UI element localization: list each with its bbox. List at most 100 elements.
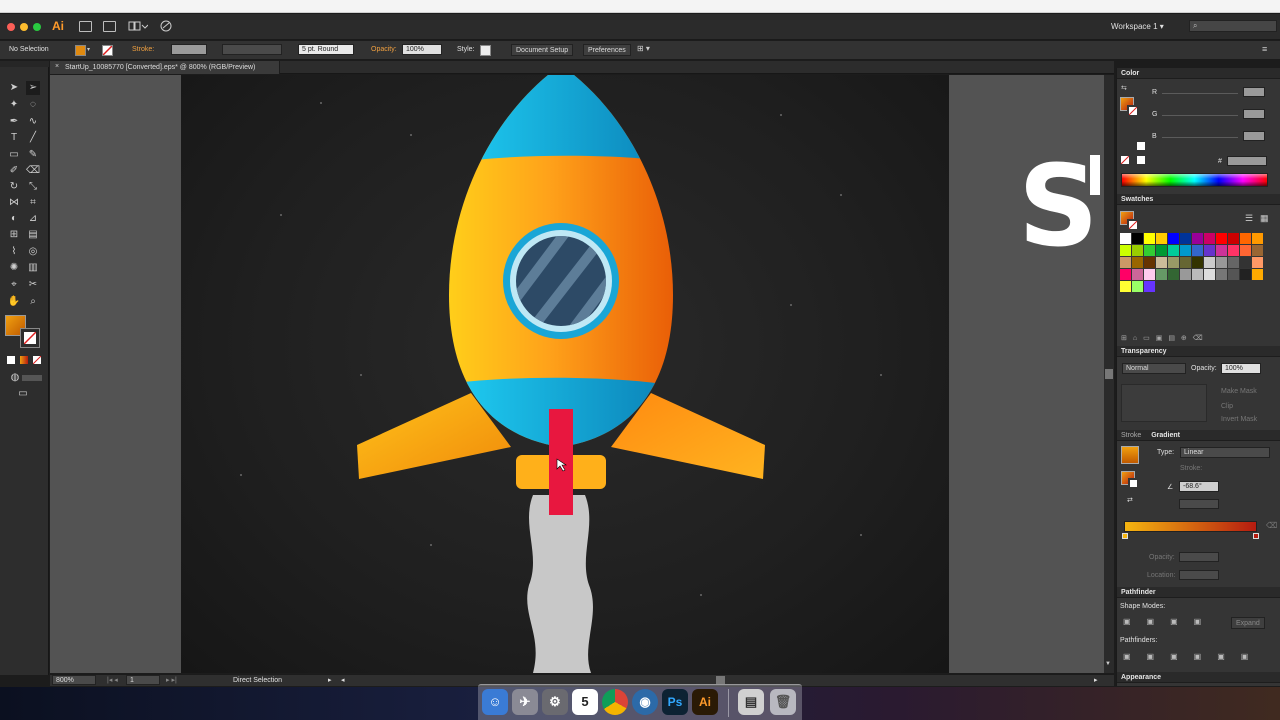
gradient-angle-field[interactable]: -68.6°: [1179, 481, 1219, 492]
swatch-chip[interactable]: [1132, 257, 1143, 268]
appearance-panel-header[interactable]: Appearance: [1117, 672, 1280, 683]
width-tool-icon[interactable]: ⋈: [7, 196, 21, 210]
color-spectrum[interactable]: [1121, 173, 1268, 187]
artboard-tool-icon[interactable]: ⌖: [7, 278, 21, 292]
magic-wand-tool-icon[interactable]: ✦: [7, 98, 21, 112]
opacity-label[interactable]: Opacity:: [371, 46, 397, 53]
slice-tool-icon[interactable]: ✂: [26, 278, 40, 292]
system-preferences-icon[interactable]: ⚙: [542, 689, 568, 715]
aspect-ratio-field[interactable]: [1179, 499, 1219, 509]
zoom-field[interactable]: 800%: [52, 675, 96, 685]
swatch-chip[interactable]: [1204, 233, 1215, 244]
none-mode-icon[interactable]: [32, 355, 42, 365]
gradient-type-select[interactable]: Linear: [1180, 447, 1270, 458]
swatch-chip[interactable]: [1180, 257, 1191, 268]
gradient-stop-start[interactable]: [1122, 533, 1128, 539]
lasso-tool-icon[interactable]: ◌: [26, 98, 40, 112]
horizontal-scroll-thumb[interactable]: [716, 676, 725, 684]
hex-field[interactable]: [1227, 156, 1267, 166]
vertical-scroll-thumb[interactable]: [1105, 369, 1113, 379]
swatch-chip[interactable]: [1204, 245, 1215, 256]
swatch-chip[interactable]: [1252, 269, 1263, 280]
pathfinder-buttons[interactable]: ▣▣▣▣▣▣: [1123, 652, 1273, 662]
make-mask-button[interactable]: Make Mask: [1221, 388, 1257, 395]
type-tool-icon[interactable]: T: [7, 131, 21, 145]
swatch-chip[interactable]: [1180, 233, 1191, 244]
swatch-chip[interactable]: [1144, 269, 1155, 280]
swatch-chip[interactable]: [1192, 245, 1203, 256]
rocket-artwork[interactable]: [181, 75, 949, 673]
swatch-chip[interactable]: [1156, 257, 1167, 268]
blend-tool-icon[interactable]: ◎: [26, 245, 40, 259]
brush-definition[interactable]: 5 pt. Round: [298, 44, 354, 55]
shape-builder-tool-icon[interactable]: ◐: [7, 212, 21, 226]
swatch-grid[interactable]: [1120, 233, 1270, 292]
swatch-chip[interactable]: [1120, 281, 1131, 292]
curvature-tool-icon[interactable]: ∿: [26, 115, 40, 129]
symbol-sprayer-tool-icon[interactable]: ✺: [7, 261, 21, 275]
swatch-chip[interactable]: [1228, 245, 1239, 256]
swatch-chip[interactable]: [1168, 233, 1179, 244]
channel-r-field[interactable]: [1243, 87, 1265, 97]
swatch-chip[interactable]: [1216, 269, 1227, 280]
swatch-chip[interactable]: [1204, 269, 1215, 280]
selection-tool-icon[interactable]: ➤: [7, 81, 21, 95]
eraser-tool-icon[interactable]: ⌫: [26, 164, 40, 178]
pathfinder-panel-header[interactable]: Pathfinder: [1117, 587, 1280, 598]
preferences-button[interactable]: Preferences: [583, 44, 631, 56]
swatch-chip[interactable]: [1120, 245, 1131, 256]
channel-g-field[interactable]: [1243, 109, 1265, 119]
gradient-tool-icon[interactable]: ▤: [26, 228, 40, 242]
blend-mode-select[interactable]: Normal: [1122, 363, 1186, 374]
status-menu-arrow-icon[interactable]: ▸: [328, 676, 332, 684]
fill-swatch[interactable]: [75, 45, 86, 56]
swatch-chip[interactable]: [1168, 257, 1179, 268]
swatch-chip[interactable]: [1144, 245, 1155, 256]
color-panel-stroke[interactable]: [1127, 105, 1139, 117]
vertical-scrollbar[interactable]: ▼: [1104, 75, 1114, 673]
swatch-chip[interactable]: [1240, 245, 1251, 256]
swatch-chip[interactable]: [1120, 233, 1131, 244]
chevron-down-icon[interactable]: ▾: [87, 46, 90, 53]
swatch-chip[interactable]: [1192, 233, 1203, 244]
zoom-tool-icon[interactable]: ⌕: [26, 295, 40, 309]
pen-tool-icon[interactable]: ✒: [7, 115, 21, 129]
arrange-documents-icon[interactable]: [128, 20, 149, 32]
swatches-panel-header[interactable]: Swatches: [1117, 194, 1280, 205]
gradient-slider[interactable]: [1124, 521, 1257, 532]
channel-b-slider[interactable]: [1162, 137, 1238, 138]
swatch-chip[interactable]: [1228, 233, 1239, 244]
scroll-left-arrow-icon[interactable]: ◂: [341, 676, 345, 684]
swatch-chip[interactable]: [1228, 257, 1239, 268]
line-tool-icon[interactable]: ╱: [26, 131, 40, 145]
swatch-chip[interactable]: [1144, 281, 1155, 292]
calendar-icon[interactable]: 5: [572, 689, 598, 715]
transparency-panel-header[interactable]: Transparency: [1117, 346, 1280, 357]
scroll-right-arrow-icon[interactable]: ▸: [1094, 676, 1098, 684]
trash-icon[interactable]: 🗑: [770, 689, 796, 715]
chrome-icon[interactable]: [602, 689, 628, 715]
expand-button[interactable]: Expand: [1231, 617, 1265, 629]
channel-b-field[interactable]: [1243, 131, 1265, 141]
shaper-tool-icon[interactable]: ✐: [7, 164, 21, 178]
draw-behind-icon[interactable]: [22, 375, 42, 381]
stroke-tab[interactable]: Stroke: [1121, 432, 1141, 439]
swatch-chip[interactable]: [1168, 245, 1179, 256]
rotate-tool-icon[interactable]: ↻: [7, 180, 21, 194]
gradient-stop-end[interactable]: [1253, 533, 1259, 539]
draw-mode-icon[interactable]: ◍: [8, 371, 22, 385]
documents-stack-icon[interactable]: ▤: [738, 689, 764, 715]
paintbrush-tool-icon[interactable]: ✎: [26, 148, 40, 162]
free-transform-tool-icon[interactable]: ⌗: [26, 196, 40, 210]
swatch-chip[interactable]: [1180, 269, 1191, 280]
artboard[interactable]: [181, 75, 949, 673]
browser-icon[interactable]: ◉: [632, 689, 658, 715]
gpu-performance-icon[interactable]: [158, 19, 174, 33]
swatch-chip[interactable]: [1192, 269, 1203, 280]
stroke-swatch[interactable]: [102, 45, 113, 56]
gradient-location-field[interactable]: [1179, 570, 1219, 580]
stock-icon[interactable]: [103, 21, 116, 32]
color-mode-icon[interactable]: [7, 356, 15, 364]
artboard-number-field[interactable]: 1: [126, 675, 160, 685]
swatch-chip[interactable]: [1132, 245, 1143, 256]
